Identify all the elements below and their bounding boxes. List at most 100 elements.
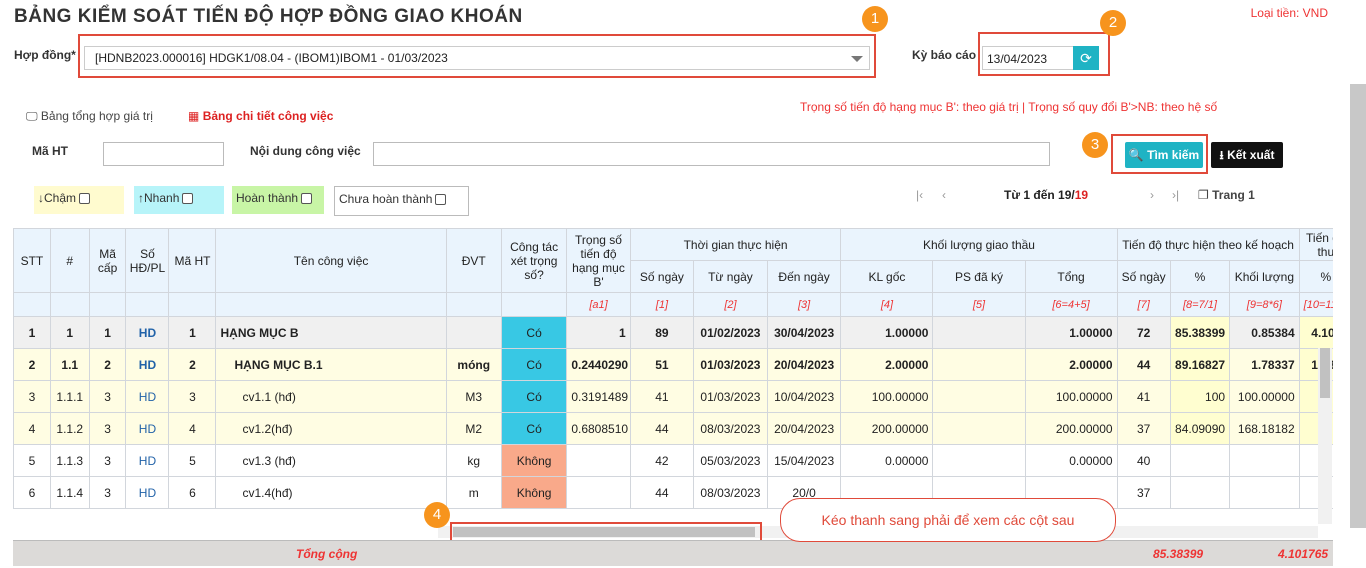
footer-plan-pct: 85.38399 [1153,547,1204,561]
cell-days: 42 [629,444,695,477]
header-total: Tổng [1024,260,1118,293]
cell-plan-pct [1169,444,1231,477]
cell-plan-days: 41 [1116,380,1171,413]
column-code: [5] [932,292,1026,317]
cell-unit: m [445,476,502,509]
cell-ps [932,316,1026,349]
cell-name: cv1.4(hđ) [215,476,447,509]
cell-weight: 1 [566,316,631,349]
filter-fast[interactable]: ↑Nhanh [134,186,224,214]
cell-code: 3 [168,380,217,413]
cell-actual-pct: 4.1017 [1298,316,1333,349]
cell-flag: Có [500,316,568,349]
filter-not-done[interactable]: Chưa hoàn thành [334,186,469,216]
cell-unit: móng [445,348,502,381]
filter-fast-checkbox[interactable] [182,193,194,204]
pager-first[interactable]: |‹ [916,188,923,202]
step-badge-4: 4 [424,502,450,528]
content-label: Nội dung công việc [250,144,361,158]
highlight-box-2 [978,32,1110,76]
pager-last[interactable]: ›| [1172,188,1179,202]
table-vertical-scroll-thumb[interactable] [1320,348,1330,398]
pager-page: ❐ Trang 1 [1198,188,1255,202]
cell-level: 3 [88,380,127,413]
filter-slow-checkbox[interactable] [79,193,91,204]
filter-done-label: Hoàn thành [236,191,299,205]
cell-from: 01/03/2023 [693,348,768,381]
pager-info-prefix: Từ 1 đến 19/ [1004,188,1075,202]
filter-done[interactable]: Hoàn thành [232,186,324,214]
cell-level: 1 [88,316,127,349]
filter-not-done-label: Chưa hoàn thành [339,192,433,206]
code-input[interactable] [103,142,224,166]
cell-weight: 0.3191489 [566,380,631,413]
step-badge-2: 2 [1100,10,1126,36]
header-name: Tên công việc [215,228,447,293]
column-code: [1] [629,292,695,317]
column-code: [10=11/6] [1298,292,1333,317]
highlight-box-3 [1111,134,1208,174]
table-row[interactable]: 3 1.1.1 3 HD 3 cv1.1 (hđ) M3 Có 0.319148… [13,380,1333,413]
cell-to: 20/04/2023 [766,412,842,445]
header-from: Từ ngày [693,260,768,293]
cell-from: 08/03/2023 [693,412,768,445]
code-label: Mã HT [32,144,68,158]
filter-fast-label: ↑Nhanh [138,191,180,205]
cell-flag: Có [500,412,568,445]
cell-code: 5 [168,444,217,477]
cell-stt: 2 [13,348,51,381]
cell-total: 0.00000 [1024,444,1118,477]
cell-contract-link[interactable]: HD [125,476,170,509]
table-row[interactable]: 6 1.1.4 3 HD 6 cv1.4(hđ) m Không 44 08/0… [13,476,1333,509]
cell-plan-days: 37 [1116,476,1171,509]
filter-not-done-checkbox[interactable] [435,194,447,205]
cell-to: 15/04/2023 [766,444,842,477]
cell-contract-link[interactable]: HD [125,316,170,349]
cell-ps [932,412,1026,445]
tab-summary[interactable]: 🖵 Bảng tổng hợp giá trị [26,109,153,124]
cell-stt: 5 [13,444,51,477]
cell-plan-days: 72 [1116,316,1171,349]
footer-actual-pct: 4.101765 [1278,547,1329,561]
step-badge-3: 3 [1082,132,1108,158]
cell-num: 1.1.1 [49,380,90,413]
table-row[interactable]: 4 1.1.2 3 HD 4 cv1.2(hđ) M2 Có 0.6808510… [13,412,1333,445]
cell-from: 01/03/2023 [693,380,768,413]
header-plan-vol: Khối lượng [1229,260,1300,293]
cell-plan-pct: 84.09090 [1169,412,1231,445]
cell-contract-link[interactable]: HD [125,348,170,381]
pager-next[interactable]: › [1150,188,1154,202]
cell-contract-link[interactable]: HD [125,380,170,413]
cell-contract-link[interactable]: HD [125,412,170,445]
cell-plan-days: 44 [1116,348,1171,381]
cell-contract-link[interactable]: HD [125,444,170,477]
page-vertical-scrollbar[interactable] [1350,84,1366,528]
cell-code: 1 [168,316,217,349]
cell-total: 1.00000 [1024,316,1118,349]
cell-from: 08/03/2023 [693,476,768,509]
table-row[interactable]: 2 1.1 2 HD 2 HẠNG MỤC B.1 móng Có 0.2440… [13,348,1333,381]
cell-num: 1 [49,316,90,349]
cell-kl: 200.00000 [840,412,934,445]
cell-plan-vol [1229,476,1300,509]
page-title: BẢNG KIỂM SOÁT TIẾN ĐỘ HỢP ĐỒNG GIAO KHO… [14,6,523,27]
content-input[interactable] [373,142,1050,166]
report-period-label: Kỳ báo cáo [912,48,977,62]
cell-plan-pct [1169,476,1231,509]
cell-code: 6 [168,476,217,509]
pager-page-label: Trang 1 [1212,188,1255,202]
column-code-row: [a1] [1] [2] [3] [4] [5] [6=4+5] [7] [8=… [13,292,1333,317]
monitor-icon: 🖵 [26,109,38,123]
cell-days: 44 [629,476,695,509]
cell-stt: 4 [13,412,51,445]
tab-detail[interactable]: ▦ Bảng chi tiết công việc [188,109,333,123]
cell-unit [445,316,502,349]
filter-slow[interactable]: ↓Chậm [34,186,124,214]
table-row[interactable]: 1 1 1 HD 1 HẠNG MỤC B Có 1 89 01/02/2023… [13,316,1333,349]
table-row[interactable]: 5 1.1.3 3 HD 5 cv1.3 (hđ) kg Không 42 05… [13,444,1333,477]
cell-name: HẠNG MỤC B [215,316,447,349]
filter-done-checkbox[interactable] [301,193,313,204]
export-button[interactable]: ⭳ Kết xuất [1211,142,1283,168]
cell-plan-pct: 100 [1169,380,1231,413]
pager-prev[interactable]: ‹ [942,188,946,202]
